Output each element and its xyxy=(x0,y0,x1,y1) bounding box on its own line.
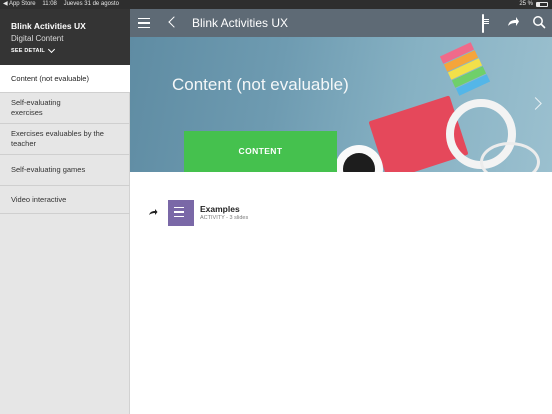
sidebar-item-label: Video interactive xyxy=(11,194,67,204)
page-title: Blink Activities UX xyxy=(192,16,289,30)
coffee-cup-image xyxy=(335,145,383,172)
battery-percent: 25 % xyxy=(519,1,533,7)
activity-title: Examples xyxy=(200,204,240,214)
back-to-app-link[interactable]: ◀ App Store xyxy=(3,1,36,7)
menu-toggle-button[interactable] xyxy=(138,18,150,28)
list-item[interactable]: Examples ACTIVITY - 3 slides xyxy=(145,199,345,227)
top-bar: Blink Activities UX xyxy=(130,9,552,37)
sidebar-item-self-evaluating-exercises[interactable]: Self-evaluating exercises xyxy=(0,93,130,124)
sidebar-header: Blink Activities UX Digital Content SEE … xyxy=(0,9,130,65)
sidebar-item-self-evaluating-games[interactable]: Self-evaluating games xyxy=(0,155,130,186)
back-arrow-icon[interactable] xyxy=(168,16,180,28)
battery-icon xyxy=(536,2,548,7)
activity-thumbnail xyxy=(168,200,194,226)
status-date: Jueves 31 de agosto xyxy=(63,1,119,7)
sidebar-item-video-interactive[interactable]: Video interactive xyxy=(0,186,130,214)
chevron-right-icon[interactable] xyxy=(529,97,542,110)
sidebar-item-label: Self-evaluating exercises xyxy=(11,98,61,117)
sidebar-item-label: Content (not evaluable) xyxy=(11,73,89,83)
course-title: Blink Activities UX xyxy=(11,21,86,31)
hero-banner: Content (not evaluable) CONTENT xyxy=(130,37,552,172)
banner-title: Content (not evaluable) xyxy=(172,75,349,94)
cable-image xyxy=(480,142,540,172)
list-lines-icon xyxy=(174,207,184,219)
content-button[interactable]: CONTENT xyxy=(184,131,337,172)
search-icon[interactable] xyxy=(532,15,546,29)
status-time: 11:08 xyxy=(42,1,57,7)
share-arrow-icon xyxy=(149,209,158,215)
sidebar-item-label: Exercises evaluables by the teacher xyxy=(11,129,104,148)
sidebar-item-label: Self-evaluating games xyxy=(11,165,86,174)
sticky-notes-image xyxy=(436,37,516,96)
sidebar: Blink Activities UX Digital Content SEE … xyxy=(0,9,130,414)
chevron-down-icon xyxy=(47,45,56,54)
document-icon[interactable] xyxy=(480,14,494,33)
sidebar-item-content[interactable]: Content (not evaluable) xyxy=(0,65,130,93)
see-detail-button[interactable]: SEE DETAIL xyxy=(11,45,130,54)
status-bar: ◀ App Store 11:08 Jueves 31 de agosto 25… xyxy=(0,0,552,9)
course-subtitle: Digital Content xyxy=(11,34,64,43)
sidebar-nav: Content (not evaluable) Self-evaluating … xyxy=(0,65,130,214)
see-detail-label: SEE DETAIL xyxy=(11,48,45,54)
activity-meta: ACTIVITY - 3 slides xyxy=(200,215,249,221)
share-icon[interactable] xyxy=(506,15,520,29)
sidebar-item-exercises-evaluables[interactable]: Exercises evaluables by the teacher xyxy=(0,124,130,155)
